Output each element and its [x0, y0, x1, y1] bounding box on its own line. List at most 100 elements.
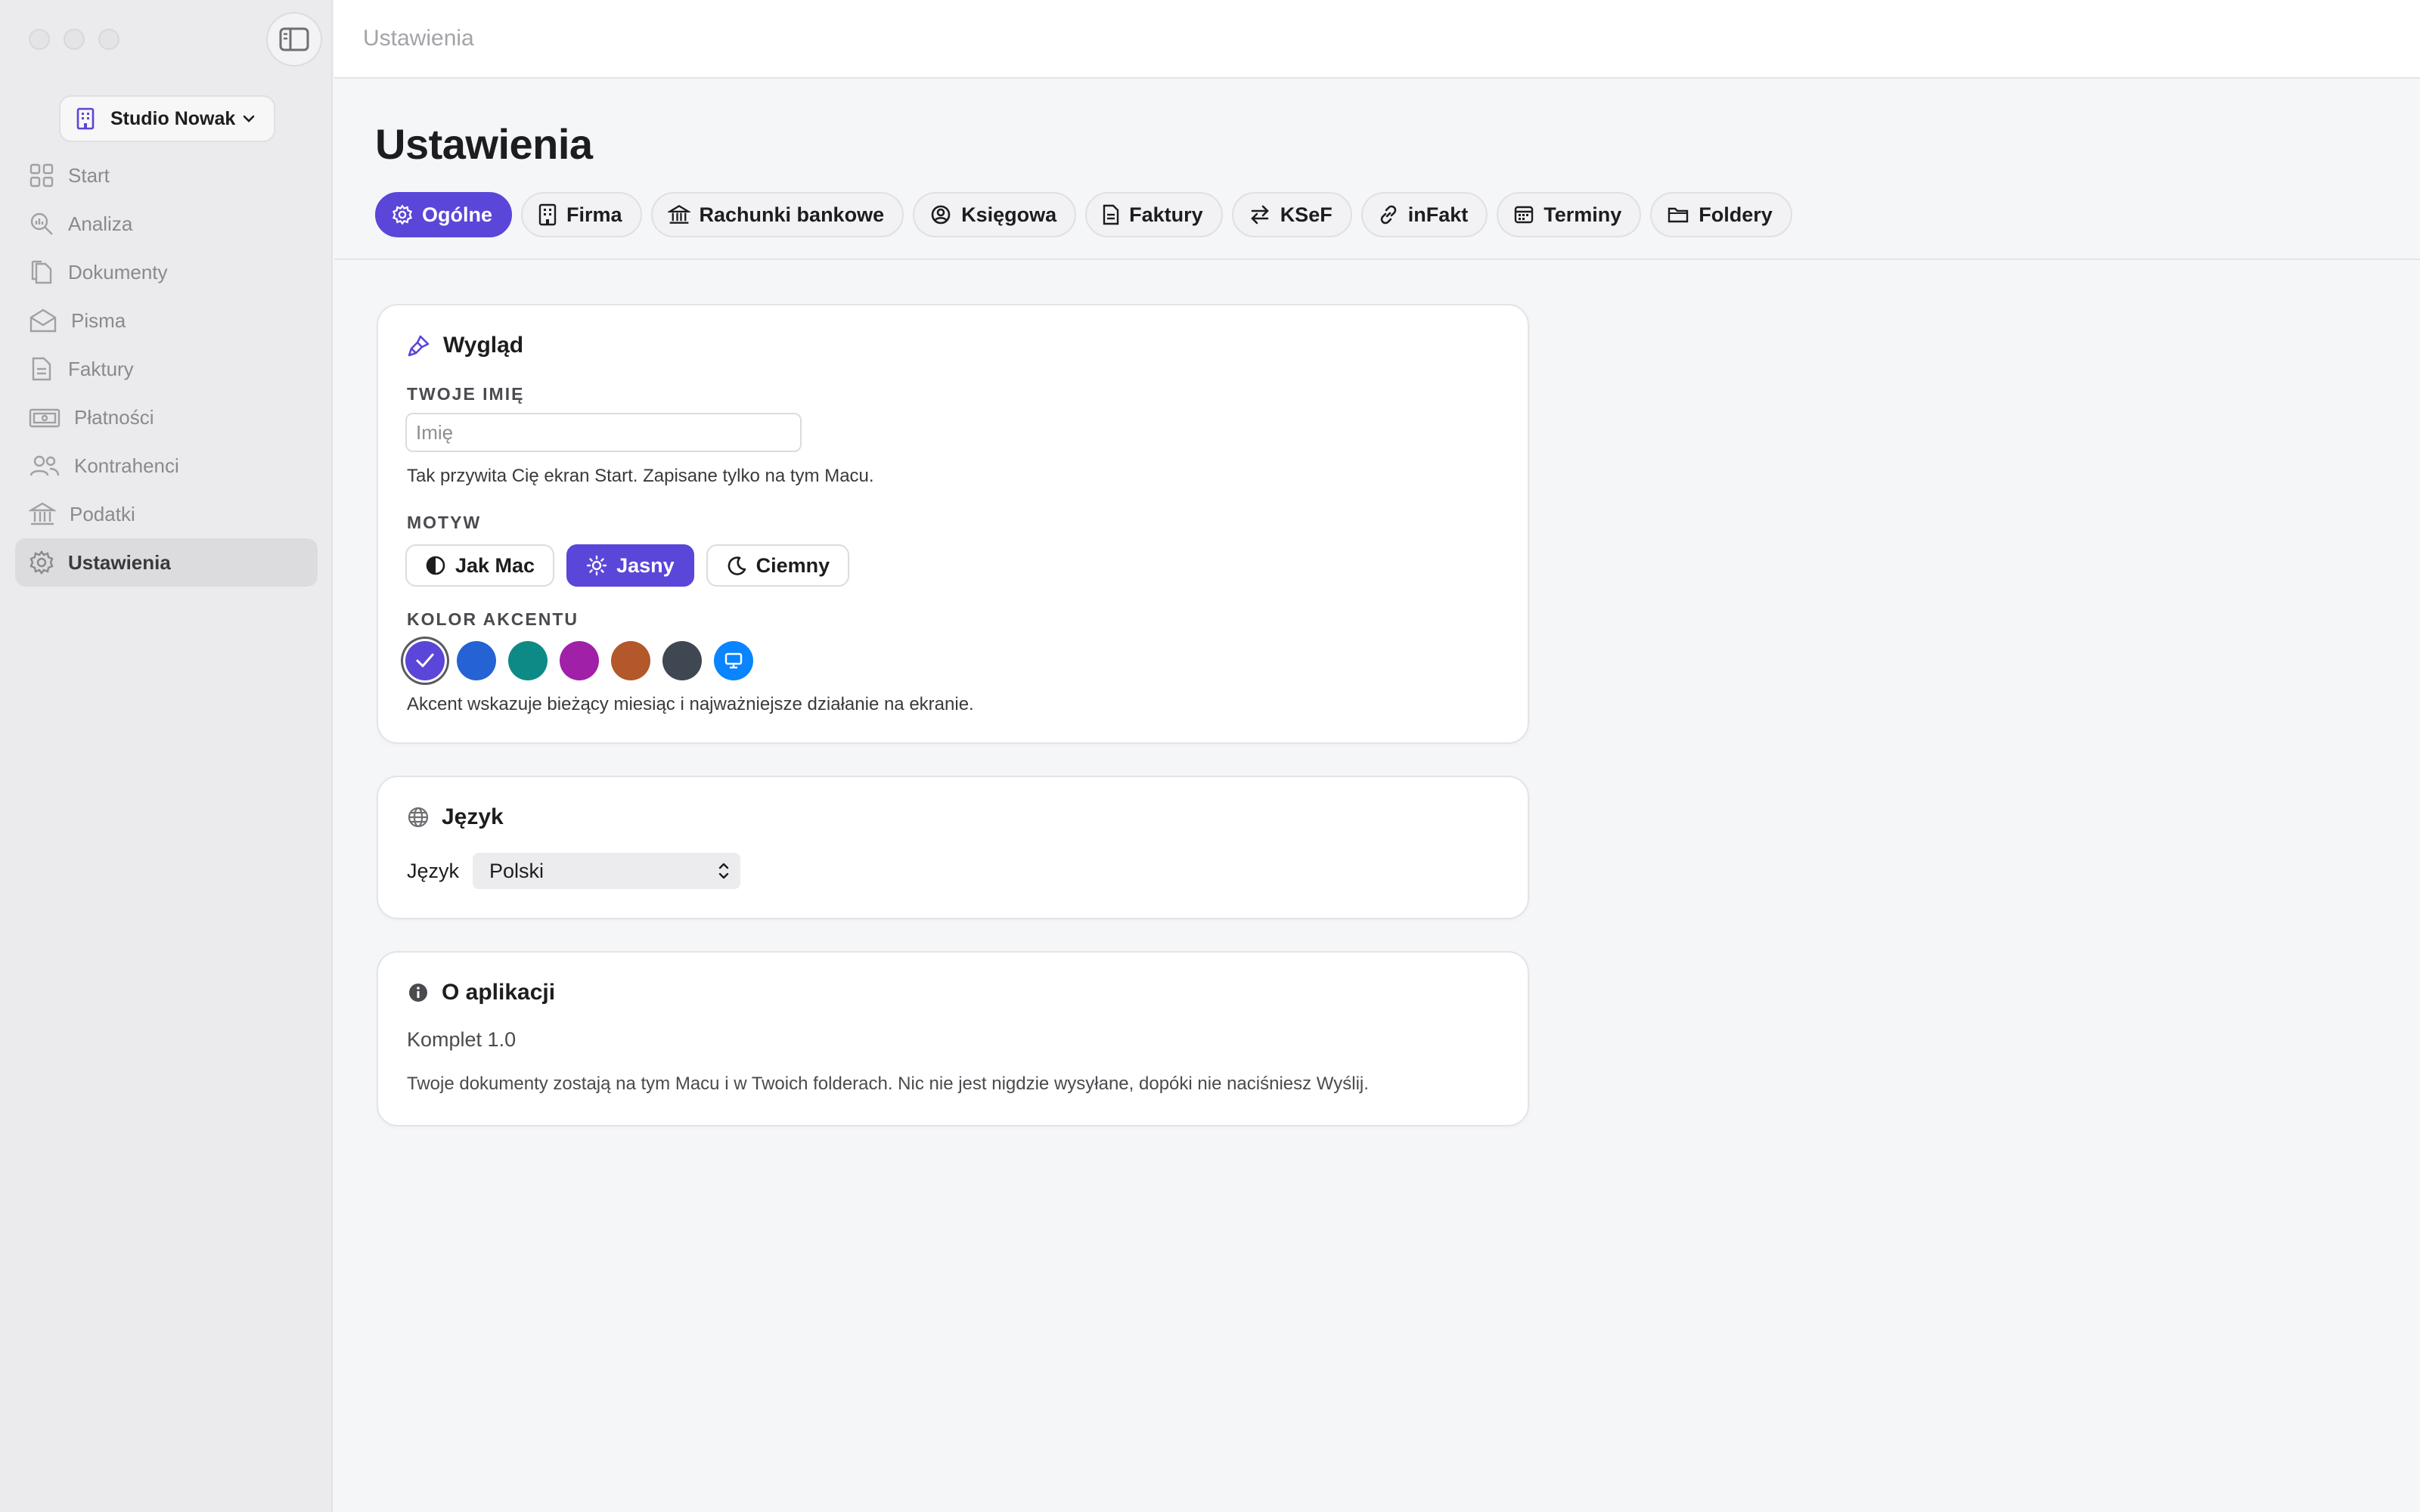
name-input[interactable]: [405, 413, 802, 452]
gear-icon: [392, 204, 413, 225]
tab-label: inFakt: [1407, 203, 1469, 226]
updown-chevron-icon: [718, 863, 729, 879]
sidebar: Studio Nowak Start Analiza Dokumenty Pis…: [0, 0, 333, 1512]
accent-swatch-graphite[interactable]: [662, 641, 702, 680]
sidebar-item-pisma[interactable]: Pisma: [15, 296, 318, 345]
tab-label: Firma: [566, 203, 622, 226]
tab-ksiegowa[interactable]: Księgowa: [913, 192, 1077, 237]
divider: [334, 259, 2420, 260]
about-title: O aplikacji: [442, 980, 556, 1005]
workspace-name: Studio Nowak: [110, 107, 236, 129]
sidebar-item-ustawienia[interactable]: Ustawienia: [15, 538, 318, 587]
arrows-swap-icon: [1250, 205, 1269, 225]
accent-color-picker: [405, 641, 753, 680]
sidebar-item-label: Płatności: [74, 405, 154, 429]
window-title: Ustawienia: [363, 26, 474, 51]
tab-rachunki-bankowe[interactable]: Rachunki bankowe: [650, 192, 904, 237]
theme-selector: Jak Mac Jasny Ciemny: [405, 544, 850, 587]
appearance-header: Wygląd: [407, 333, 523, 358]
sidebar-item-label: Kontrahenci: [74, 454, 179, 477]
sidebar-item-label: Analiza: [68, 212, 133, 235]
tab-label: Faktury: [1129, 203, 1203, 226]
name-label: TWOJE IMIĘ: [407, 384, 525, 404]
language-field-label: Język: [407, 859, 460, 882]
document-icon: [1103, 204, 1119, 225]
tab-faktury[interactable]: Faktury: [1085, 192, 1223, 237]
sidebar-item-label: Dokumenty: [68, 260, 168, 284]
sidebar-item-dokumenty[interactable]: Dokumenty: [15, 248, 318, 296]
accent-swatch-orange[interactable]: [611, 641, 650, 680]
accent-swatch-teal[interactable]: [508, 641, 548, 680]
sidebar-item-podatki[interactable]: Podatki: [15, 490, 318, 538]
language-header: Język: [407, 804, 504, 830]
display-icon: [724, 652, 743, 669]
close-window-button[interactable]: [29, 29, 50, 50]
language-card: Język Język Polski: [377, 776, 1529, 919]
theme-option-jak-mac[interactable]: Jak Mac: [405, 544, 555, 587]
sidebar-item-kontrahenci[interactable]: Kontrahenci: [15, 442, 318, 490]
documents-icon: [31, 260, 52, 284]
tab-label: Księgowa: [961, 203, 1057, 226]
calendar-icon: [1515, 206, 1534, 224]
window-controls: [29, 29, 119, 50]
workspace-switcher[interactable]: Studio Nowak: [59, 95, 275, 142]
about-card: O aplikacji Komplet 1.0 Twoje dokumenty …: [377, 951, 1529, 1126]
theme-option-ciemny[interactable]: Ciemny: [706, 544, 850, 587]
magnifier-chart-icon: [30, 212, 53, 235]
people-icon: [29, 455, 60, 476]
sun-icon: [586, 555, 607, 576]
theme-option-label: Jasny: [616, 553, 675, 577]
chevron-down-icon: [243, 115, 255, 122]
paintbrush-icon: [408, 335, 430, 357]
info-icon: [409, 984, 427, 1002]
tab-foldery[interactable]: Foldery: [1650, 192, 1792, 237]
tab-firma[interactable]: Firma: [521, 192, 642, 237]
folder-icon: [1668, 207, 1689, 223]
minimize-window-button[interactable]: [64, 29, 85, 50]
page-title: Ustawienia: [375, 120, 593, 168]
gear-icon: [29, 550, 54, 575]
checkmark-icon: [416, 653, 434, 668]
accent-swatch-system[interactable]: [714, 641, 753, 680]
sidebar-item-analiza[interactable]: Analiza: [15, 200, 318, 248]
settings-tabs: Ogólne Firma Rachunki bankowe Księgowa F…: [375, 192, 1792, 237]
accent-swatch-blue[interactable]: [457, 641, 496, 680]
theme-option-jasny[interactable]: Jasny: [566, 544, 694, 587]
link-icon: [1380, 205, 1396, 225]
building-icon: [538, 203, 557, 226]
zoom-window-button[interactable]: [98, 29, 119, 50]
sidebar-item-label: Pisma: [71, 308, 126, 332]
accent-helper-text: Akcent wskazuje bieżący miesiąc i najważ…: [407, 694, 974, 714]
sidebar-item-label: Faktury: [68, 357, 134, 380]
language-select[interactable]: Polski: [473, 853, 741, 889]
sidebar-nav: Start Analiza Dokumenty Pisma Faktury Pł…: [15, 151, 318, 587]
person-circle-icon: [931, 205, 951, 225]
tab-ksef[interactable]: KSeF: [1231, 192, 1352, 237]
language-selected-value: Polski: [489, 859, 544, 882]
tab-label: Terminy: [1544, 203, 1622, 226]
accent-swatch-purple[interactable]: [405, 641, 445, 680]
theme-option-label: Jak Mac: [455, 553, 535, 577]
tab-ogolne[interactable]: Ogólne: [375, 192, 512, 237]
sidebar-item-faktury[interactable]: Faktury: [15, 345, 318, 393]
sidebar-item-label: Start: [68, 163, 110, 187]
invoice-icon: [32, 357, 51, 381]
language-row: Język Polski: [407, 853, 741, 889]
accent-label: KOLOR AKCENTU: [407, 609, 579, 629]
appearance-title: Wygląd: [443, 333, 524, 358]
tab-label: Ogólne: [422, 203, 492, 226]
theme-option-label: Ciemny: [755, 553, 830, 577]
tab-infakt[interactable]: inFakt: [1360, 192, 1488, 237]
globe-icon: [408, 807, 429, 828]
tab-label: Rachunki bankowe: [699, 203, 885, 226]
sidebar-item-start[interactable]: Start: [15, 151, 318, 200]
app-version: Komplet 1.0: [407, 1028, 517, 1051]
sidebar-toggle-button[interactable]: [266, 12, 322, 67]
about-description: Twoje dokumenty zostają na tym Macu i w …: [407, 1074, 1369, 1094]
tab-terminy[interactable]: Terminy: [1497, 192, 1642, 237]
bank-icon: [667, 205, 690, 224]
toolbar: Ustawienia: [334, 0, 2420, 79]
sidebar-item-platnosci[interactable]: Płatności: [15, 393, 318, 442]
bank-icon: [29, 502, 56, 525]
accent-swatch-magenta[interactable]: [560, 641, 599, 680]
